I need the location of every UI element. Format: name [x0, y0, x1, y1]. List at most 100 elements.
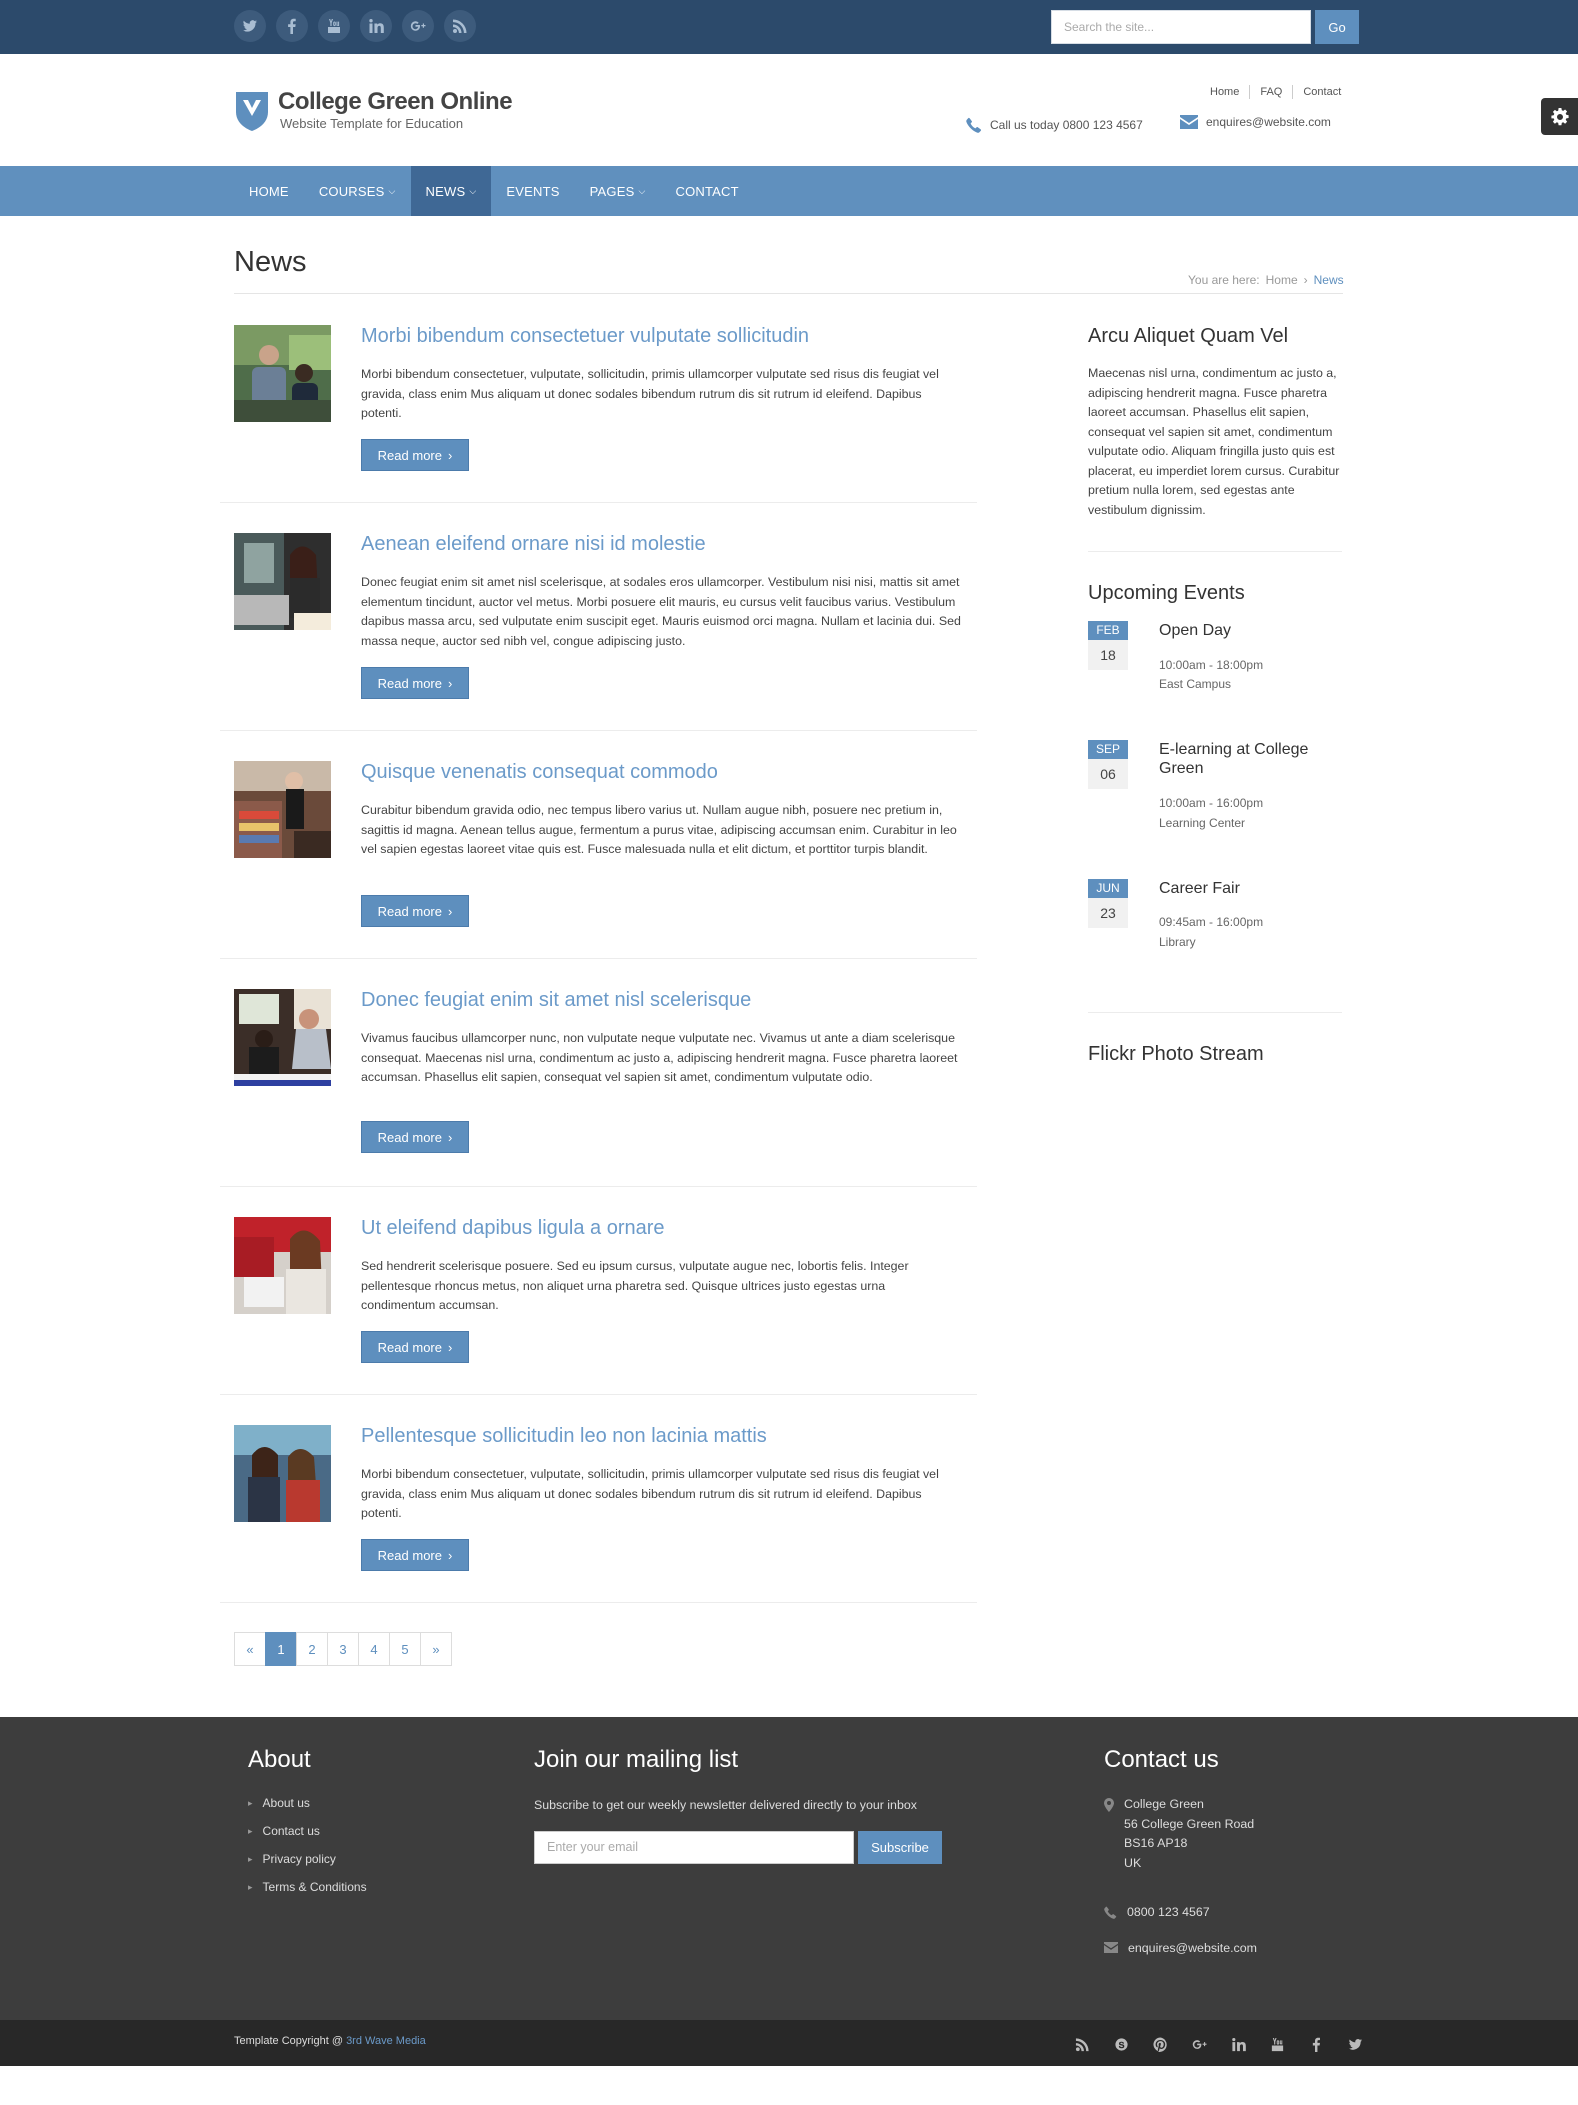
settings-tab[interactable] — [1541, 98, 1578, 135]
post-title[interactable]: Quisque venenatis consequat commodo — [361, 761, 718, 784]
pagination-prev[interactable]: « — [234, 1632, 266, 1666]
event-title[interactable]: E-learning at College Green — [1159, 740, 1339, 778]
event-title[interactable]: Open Day — [1159, 621, 1339, 640]
breadcrumb-home[interactable]: Home — [1266, 273, 1298, 287]
pagination-page[interactable]: 2 — [296, 1632, 328, 1666]
post-thumbnail-image[interactable] — [234, 989, 331, 1086]
divider — [220, 958, 977, 959]
pinterest-icon[interactable] — [1146, 2030, 1174, 2058]
linkedin-icon[interactable] — [360, 10, 392, 42]
nav-home-label: HOME — [249, 183, 289, 199]
read-more-button[interactable]: Read more › — [361, 1331, 469, 1363]
footer-email-text[interactable]: enquires@website.com — [1128, 1939, 1257, 1959]
post-title[interactable]: Donec feugiat enim sit amet nisl sceleri… — [361, 989, 751, 1012]
footer-link-about[interactable]: ▸ About us — [248, 1795, 367, 1823]
post-excerpt: Donec feugiat enim sit amet nisl sceleri… — [361, 575, 961, 648]
read-more-button[interactable]: Read more › — [361, 1539, 469, 1571]
nav-courses[interactable]: COURSES ⌵ — [304, 166, 411, 216]
skype-icon[interactable] — [1107, 2030, 1135, 2058]
read-more-label: Read more — [377, 675, 442, 691]
search-go-button[interactable]: Go — [1315, 10, 1359, 44]
read-more-label: Read more — [377, 1129, 442, 1145]
facebook-icon[interactable] — [276, 10, 308, 42]
subscribe-button[interactable]: Subscribe — [858, 1831, 942, 1864]
read-more-button[interactable]: Read more › — [361, 895, 469, 927]
post-thumbnail-image[interactable] — [234, 1217, 331, 1314]
post-thumbnail-image[interactable] — [234, 533, 331, 630]
footer-social-links — [1068, 2030, 1369, 2058]
event-month: JUN — [1088, 879, 1128, 898]
linkedin-icon[interactable] — [1224, 2030, 1252, 2058]
facebook-icon[interactable] — [1302, 2030, 1330, 2058]
post-title[interactable]: Pellentesque sollicitudin leo non lacini… — [361, 1425, 767, 1448]
news-post: Ut eleifend dapibus ligula a ornare Sed … — [220, 1217, 977, 1387]
header-link-home[interactable]: Home — [1200, 85, 1251, 99]
logo-shield-icon[interactable] — [234, 90, 270, 132]
read-more-label: Read more — [377, 1339, 442, 1355]
rss-icon[interactable] — [444, 10, 476, 42]
pagination-page[interactable]: 5 — [389, 1632, 421, 1666]
post-thumbnail-image[interactable] — [234, 1425, 331, 1522]
nav-contact[interactable]: CONTACT — [660, 166, 753, 216]
event-location: Learning Center — [1159, 816, 1246, 830]
pagination-page[interactable]: 1 — [265, 1632, 297, 1666]
event-time: 10:00am - 16:00pm — [1159, 796, 1264, 810]
event-item[interactable]: JUN 23 Career Fair 09:45am - 16:00pm Lib… — [1088, 879, 1348, 959]
event-item[interactable]: SEP 06 E-learning at College Green 10:00… — [1088, 740, 1348, 830]
nav-home[interactable]: HOME — [234, 166, 304, 216]
pagination-page[interactable]: 4 — [358, 1632, 390, 1666]
chevron-right-icon: › — [447, 1129, 453, 1145]
main-nav: HOME COURSES ⌵ NEWS ⌵ EVENTS PAGES ⌵ CONTAC… — [0, 166, 1578, 216]
post-thumbnail-image[interactable] — [234, 325, 331, 422]
read-more-button[interactable]: Read more › — [361, 439, 469, 471]
youtube-icon[interactable] — [318, 10, 350, 42]
sidebar-about-text: Maecenas nisl urna, condimentum ac justo… — [1088, 366, 1340, 517]
event-time: 10:00am - 18:00pm — [1159, 658, 1264, 672]
read-more-label: Read more — [377, 903, 442, 919]
copyright-link[interactable]: 3rd Wave Media — [346, 2035, 426, 2047]
twitter-icon[interactable] — [1341, 2030, 1369, 2058]
divider — [220, 1394, 977, 1395]
footer-link-label: Privacy policy — [262, 1852, 336, 1866]
header-email[interactable]: enquires@website.com — [1180, 115, 1331, 129]
post-title[interactable]: Morbi bibendum consectetuer vulputate so… — [361, 325, 809, 348]
footer-about-links: ▸ About us ▸ Contact us ▸ Privacy policy ▸ T… — [248, 1795, 367, 1907]
post-excerpt: Sed hendrerit scelerisque posuere. Sed e… — [361, 1259, 909, 1312]
event-title[interactable]: Career Fair — [1159, 879, 1339, 898]
nav-pages[interactable]: PAGES ⌵ — [575, 166, 661, 216]
nav-news[interactable]: NEWS ⌵ — [410, 166, 492, 216]
header-email-text[interactable]: enquires@website.com — [1206, 115, 1331, 129]
post-thumbnail-image[interactable] — [234, 761, 331, 858]
pagination-page[interactable]: 3 — [327, 1632, 359, 1666]
sidebar-events-heading: Upcoming Events — [1088, 582, 1245, 604]
chevron-right-icon: › — [447, 1547, 453, 1563]
post-title[interactable]: Aenean eleifend ornare nisi id molestie — [361, 533, 706, 556]
site-title[interactable]: College Green Online — [278, 88, 513, 116]
read-more-button[interactable]: Read more › — [361, 667, 469, 699]
footer-link-contact[interactable]: ▸ Contact us — [248, 1823, 367, 1851]
pagination-next[interactable]: » — [420, 1632, 452, 1666]
rss-icon[interactable] — [1068, 2030, 1096, 2058]
search-input[interactable]: Search the site... — [1051, 10, 1311, 44]
header-link-faq[interactable]: FAQ — [1250, 85, 1294, 99]
youtube-icon[interactable] — [1263, 2030, 1291, 2058]
header-link-contact[interactable]: Contact — [1293, 85, 1341, 99]
post-title[interactable]: Ut eleifend dapibus ligula a ornare — [361, 1217, 665, 1240]
footer-link-label: Terms & Conditions — [262, 1880, 367, 1894]
twitter-icon[interactable] — [234, 10, 266, 42]
footer-email[interactable]: enquires@website.com — [1104, 1939, 1257, 1959]
event-item[interactable]: FEB 18 Open Day 10:00am - 18:00pm East C… — [1088, 621, 1348, 701]
nav-events[interactable]: EVENTS — [491, 166, 574, 216]
email-field[interactable]: Enter your email — [534, 1831, 854, 1864]
nav-news-label: NEWS — [425, 183, 466, 199]
footer-link-terms[interactable]: ▸ Terms & Conditions — [248, 1879, 367, 1907]
google-plus-icon[interactable] — [1185, 2030, 1213, 2058]
event-day: 18 — [1088, 640, 1128, 670]
address-line: UK — [1124, 1855, 1142, 1870]
address-line: BS16 AP18 — [1124, 1836, 1188, 1850]
post-excerpt: Vivamus faucibus ullamcorper nunc, non v… — [361, 1031, 958, 1084]
google-plus-icon[interactable] — [402, 10, 434, 42]
read-more-button[interactable]: Read more › — [361, 1121, 469, 1153]
phone-icon — [966, 117, 982, 133]
footer-link-privacy[interactable]: ▸ Privacy policy — [248, 1851, 367, 1879]
